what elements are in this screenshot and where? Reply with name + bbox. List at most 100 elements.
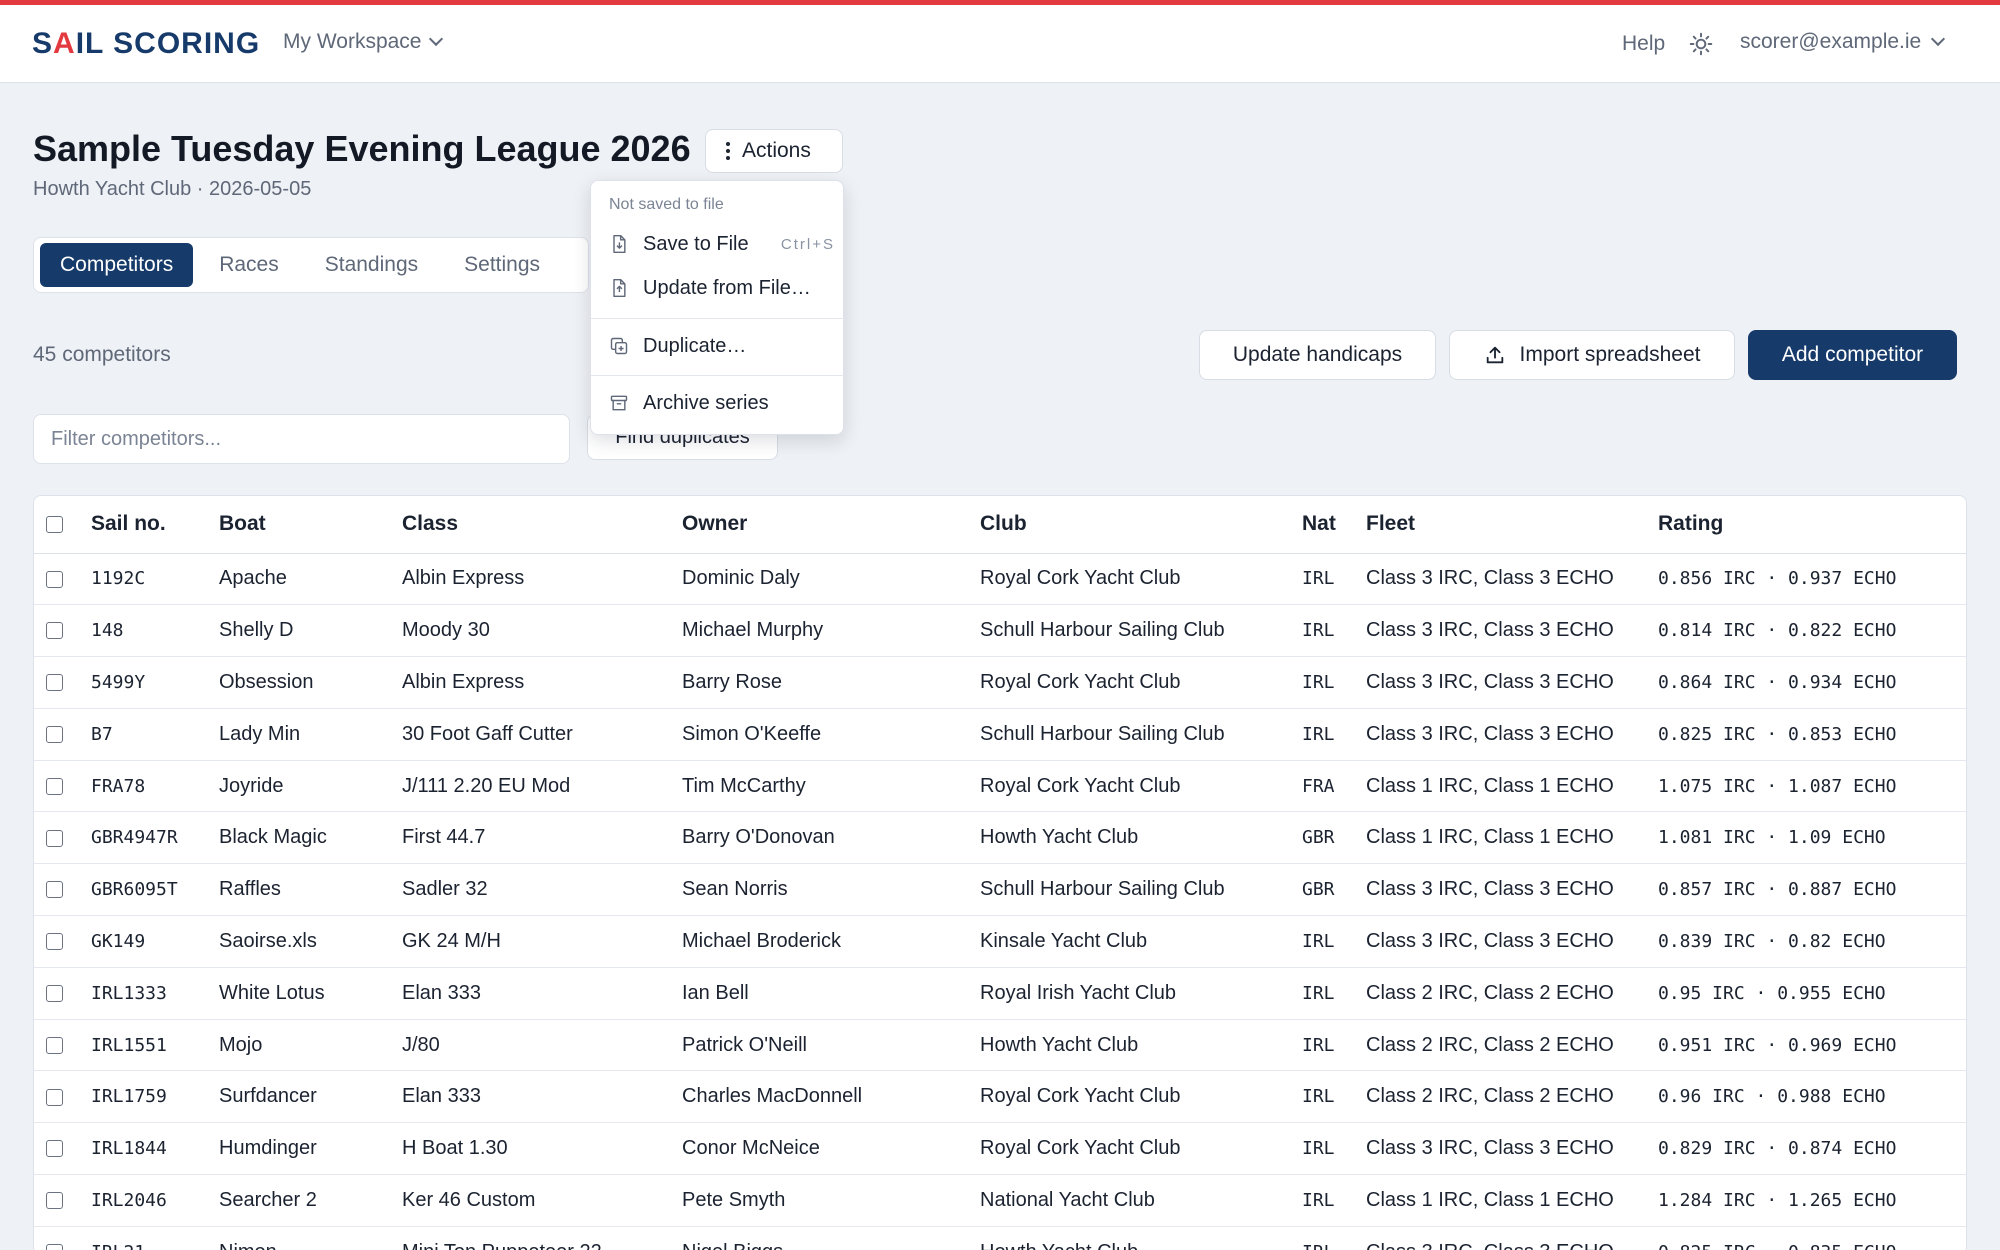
cell-nat: FRA (1302, 760, 1366, 813)
table-row[interactable]: GK149 Saoirse.xls GK 24 M/H Michael Broderi… (34, 915, 1966, 968)
tab-settings[interactable]: Settings (444, 243, 560, 287)
cell-class: 30 Foot Gaff Cutter (402, 708, 682, 761)
row-checkbox[interactable] (46, 726, 63, 743)
cell-boat: Apache (219, 553, 402, 606)
import-spreadsheet-button[interactable]: Import spreadsheet (1449, 330, 1735, 380)
column-header-rating[interactable]: Rating (1658, 496, 1966, 554)
cell-nat: IRL (1302, 656, 1366, 709)
workspace-switcher[interactable]: My Workspace (283, 30, 444, 54)
cell-boat: Nimon (219, 1226, 402, 1250)
menu-divider (591, 318, 845, 319)
table-row[interactable]: FRA78 Joyride J/111 2.20 EU Mod Tim McCarth… (34, 760, 1966, 813)
cell-sail-no: GBR6095T (91, 863, 219, 917)
cell-club: Howth Yacht Club (980, 1226, 1302, 1250)
row-select-cell (34, 967, 91, 1020)
row-checkbox[interactable] (46, 829, 63, 847)
user-menu[interactable]: scorer@example.ie (1740, 30, 1946, 54)
tab-standings[interactable]: Standings (305, 243, 438, 287)
cell-club: Schull Harbour Sailing Club (980, 708, 1302, 761)
row-checkbox[interactable] (46, 674, 63, 692)
menu-item-archive-series[interactable]: Archive series (609, 388, 835, 418)
menu-item-save-to-file[interactable]: Save to File Ctrl+S (609, 229, 835, 259)
table-row[interactable]: IRL1333 White Lotus Elan 333 Ian Bell Royal … (34, 967, 1966, 1020)
column-header-boat[interactable]: Boat (219, 496, 402, 554)
cell-club: National Yacht Club (980, 1174, 1302, 1227)
cell-club: Schull Harbour Sailing Club (980, 604, 1302, 658)
tab-competitors[interactable]: Competitors (40, 243, 194, 287)
table-row[interactable]: IRL1759 Surfdancer Elan 333 Charles MacDonn… (34, 1070, 1966, 1124)
cell-owner: Tim McCarthy (682, 760, 980, 813)
workspace-label: My Workspace (283, 30, 422, 53)
row-checkbox[interactable] (46, 881, 63, 899)
row-checkbox[interactable] (46, 1140, 63, 1158)
column-header-nat[interactable]: Nat (1302, 496, 1366, 554)
update-handicaps-button[interactable]: Update handicaps (1199, 330, 1436, 380)
actions-button-label: Actions (742, 139, 811, 162)
tab-bar: Competitors Races Standings Settings (33, 237, 589, 293)
row-select-cell (34, 656, 91, 709)
cell-class: Mini Ton Puppeteer 22 (402, 1226, 682, 1250)
cell-club: Schull Harbour Sailing Club (980, 863, 1302, 917)
table-row[interactable]: B7 Lady Min 30 Foot Gaff Cutter Simon O'Kee… (34, 708, 1966, 761)
cell-rating: 0.856 IRC · 0.937 ECHO (1658, 553, 1966, 606)
row-checkbox[interactable] (46, 622, 63, 640)
cell-sail-no: IRL1844 (91, 1122, 219, 1176)
row-checkbox[interactable] (46, 933, 63, 951)
cell-owner: Michael Murphy (682, 604, 980, 658)
table-row[interactable]: 1192C Apache Albin Express Dominic Daly Roya… (34, 553, 1966, 606)
menu-item-label: Archive series (643, 391, 769, 414)
cell-class: Ker 46 Custom (402, 1174, 682, 1227)
cell-owner: Conor McNeice (682, 1122, 980, 1176)
table-row[interactable]: IRL1551 Mojo J/80 Patrick O'Neill Howth Yach… (34, 1019, 1966, 1072)
column-header-class[interactable]: Class (402, 496, 682, 554)
column-header-fleet[interactable]: Fleet (1366, 496, 1658, 554)
row-select-cell (34, 915, 91, 968)
row-select-cell (34, 708, 91, 761)
tab-races[interactable]: Races (199, 243, 299, 287)
cell-class: Moody 30 (402, 604, 682, 658)
table-row[interactable]: GBR6095T Raffles Sadler 32 Sean Norris Schul… (34, 863, 1966, 917)
cell-nat: IRL (1302, 967, 1366, 1020)
cell-fleet: Class 1 IRC, Class 1 ECHO (1366, 811, 1658, 865)
row-select-cell (34, 553, 91, 606)
column-header-sail-no[interactable]: Sail no. (91, 496, 219, 554)
theme-toggle-sun-icon[interactable] (1688, 31, 1714, 57)
cell-club: Howth Yacht Club (980, 1019, 1302, 1072)
row-select-cell (34, 1174, 91, 1227)
cell-owner: Patrick O'Neill (682, 1019, 980, 1072)
menu-item-update-from-file[interactable]: Update from File… (609, 273, 835, 303)
row-checkbox[interactable] (46, 1192, 63, 1210)
cell-rating: 0.829 IRC · 0.874 ECHO (1658, 1122, 1966, 1176)
actions-button[interactable]: Actions (705, 129, 843, 173)
table-row[interactable]: IRL1844 Humdinger H Boat 1.30 Conor McNeice… (34, 1122, 1966, 1176)
column-header-owner[interactable]: Owner (682, 496, 980, 554)
table-row[interactable]: 5499Y Obsession Albin Express Barry Rose Roy… (34, 656, 1966, 709)
add-competitor-button[interactable]: Add competitor (1748, 330, 1957, 380)
save-status-hint: Not saved to file (609, 196, 724, 213)
cell-club: Royal Cork Yacht Club (980, 656, 1302, 709)
cell-owner: Barry O'Donovan (682, 811, 980, 865)
table-row[interactable]: IRL2046 Searcher 2 Ker 46 Custom Pete Smyth… (34, 1174, 1966, 1227)
row-checkbox[interactable] (46, 1036, 63, 1054)
row-checkbox[interactable] (46, 1088, 63, 1106)
cell-owner: Sean Norris (682, 863, 980, 917)
update-handicaps-label: Update handicaps (1232, 343, 1403, 366)
filter-competitors-input[interactable] (33, 414, 570, 464)
table-row[interactable]: IRL21NimonMini Ton Puppeteer 22Nigel Big… (34, 1226, 1966, 1250)
app-logo[interactable]: SAIL SCORING (32, 27, 260, 61)
column-header-club[interactable]: Club (980, 496, 1302, 554)
row-checkbox[interactable] (46, 777, 63, 795)
menu-item-duplicate[interactable]: Duplicate… (609, 331, 835, 361)
select-all-checkbox[interactable] (46, 516, 63, 534)
row-checkbox[interactable] (46, 984, 63, 1002)
row-select-cell (34, 760, 91, 813)
table-row[interactable]: GBR4947R Black Magic First 44.7 Barry O'Don… (34, 811, 1966, 865)
row-checkbox[interactable] (46, 1243, 63, 1250)
import-spreadsheet-label: Import spreadsheet (1519, 343, 1701, 366)
cell-nat: IRL (1302, 1070, 1366, 1124)
table-row[interactable]: 148 Shelly D Moody 30 Michael Murphy Schull … (34, 604, 1966, 658)
cell-sail-no: B7 (91, 708, 219, 761)
cell-sail-no: IRL21 (91, 1226, 219, 1250)
row-checkbox[interactable] (46, 570, 63, 588)
help-link[interactable]: Help (1622, 32, 1665, 56)
